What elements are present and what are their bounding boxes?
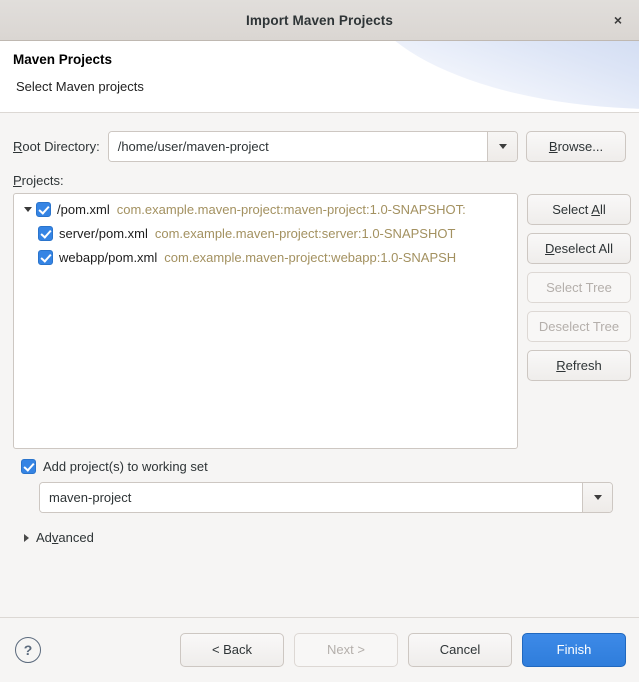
advanced-expander[interactable]: Advanced (24, 530, 94, 545)
root-directory-row: Root Directory: /home/user/maven-project… (13, 131, 626, 162)
finish-button[interactable]: Finish (522, 633, 626, 667)
deselect-all-mnemonic: D (545, 241, 555, 256)
root-directory-input[interactable]: /home/user/maven-project (108, 132, 487, 161)
page-description: Select Maven projects (16, 78, 144, 94)
dialog-button-bar: ? < Back Next > Cancel Finish (0, 617, 639, 682)
select-all-button[interactable]: Select All (527, 194, 631, 225)
advanced-rest: anced (58, 530, 94, 545)
add-to-working-set-checkbox[interactable] (21, 459, 36, 474)
browse-mnemonic: B (548, 139, 558, 154)
advanced-prefix: Ad (36, 530, 52, 545)
row-checkbox[interactable] (38, 225, 53, 241)
root-directory-combo[interactable]: /home/user/maven-project (107, 131, 518, 162)
project-coordinates: com.example.maven-project:webapp:1.0-SNA… (164, 249, 457, 265)
tree-area: /pom.xml com.example.maven-project:maven… (13, 193, 631, 449)
close-icon[interactable]: × (605, 7, 631, 33)
deselect-all-suffix: eselect All (554, 241, 613, 256)
projects-mnemonic: P (13, 173, 22, 188)
window-title: Import Maven Projects (246, 12, 393, 28)
working-set-checkbox-row[interactable]: Add project(s) to working set (13, 459, 626, 474)
chevron-right-icon (24, 533, 29, 542)
back-button[interactable]: < Back (180, 633, 284, 667)
select-all-prefix: Select (552, 202, 592, 217)
select-all-suffix: ll (599, 202, 606, 217)
root-directory-label-rest: oot Directory: (22, 139, 100, 154)
deselect-all-button[interactable]: Deselect All (527, 233, 631, 264)
projects-label-rest: rojects: (21, 173, 64, 188)
chevron-down-icon (498, 144, 507, 149)
page-title: Maven Projects (13, 52, 113, 67)
content-area: Root Directory: /home/user/maven-project… (0, 113, 639, 617)
projects-tree[interactable]: /pom.xml com.example.maven-project:maven… (13, 193, 518, 449)
wizard-header: Maven Projects Select Maven projects (0, 41, 639, 113)
help-icon[interactable]: ? (15, 637, 41, 663)
working-set-combo-row: maven-project (39, 482, 613, 513)
import-maven-projects-dialog: Import Maven Projects × Maven Projects S… (0, 0, 639, 682)
refresh-button[interactable]: Refresh (527, 350, 631, 381)
row-checkbox[interactable] (36, 201, 51, 217)
select-tree-label: Select Tree (546, 280, 612, 295)
root-directory-label: Root Directory: (13, 139, 100, 154)
select-all-mnemonic: A (591, 202, 600, 217)
working-set-input[interactable]: maven-project (40, 483, 582, 512)
table-row[interactable]: /pom.xml com.example.maven-project:maven… (14, 197, 517, 221)
refresh-suffix: efresh (565, 358, 602, 373)
select-tree-button[interactable]: Select Tree (527, 272, 631, 303)
add-to-working-set-label: Add project(s) to working set (43, 459, 208, 474)
projects-label: Projects: (13, 173, 626, 188)
root-directory-dropdown-button[interactable] (487, 132, 517, 161)
refresh-mnemonic: R (556, 358, 566, 373)
project-coordinates: com.example.maven-project:server:1.0-SNA… (154, 225, 456, 241)
titlebar: Import Maven Projects × (0, 0, 639, 41)
advanced-label: Advanced (36, 530, 94, 545)
working-set-dropdown-button[interactable] (582, 483, 612, 512)
project-pom-name: server/pom.xml (59, 225, 148, 241)
table-row[interactable]: server/pom.xml com.example.maven-project… (14, 221, 517, 245)
row-checkbox[interactable] (38, 249, 53, 265)
next-button[interactable]: Next > (294, 633, 398, 667)
chevron-down-icon (593, 495, 602, 500)
browse-button[interactable]: Browse... (526, 131, 626, 162)
table-row[interactable]: webapp/pom.xml com.example.maven-project… (14, 245, 517, 269)
navigation-buttons: < Back Next > Cancel Finish (180, 633, 626, 667)
project-pom-name: /pom.xml (57, 201, 110, 217)
cancel-button[interactable]: Cancel (408, 633, 512, 667)
project-coordinates: com.example.maven-project:maven-project:… (116, 201, 466, 217)
deselect-tree-label: Deselect Tree (538, 319, 620, 334)
root-directory-mnemonic: R (13, 139, 23, 154)
working-set-combo[interactable]: maven-project (39, 482, 613, 513)
deselect-tree-button[interactable]: Deselect Tree (527, 311, 631, 342)
expander-triangle-icon[interactable] (20, 206, 36, 212)
browse-label-rest: rowse... (557, 139, 604, 154)
tree-side-buttons: Select All Deselect All Select Tree Dese… (527, 193, 631, 381)
project-pom-name: webapp/pom.xml (59, 249, 158, 265)
